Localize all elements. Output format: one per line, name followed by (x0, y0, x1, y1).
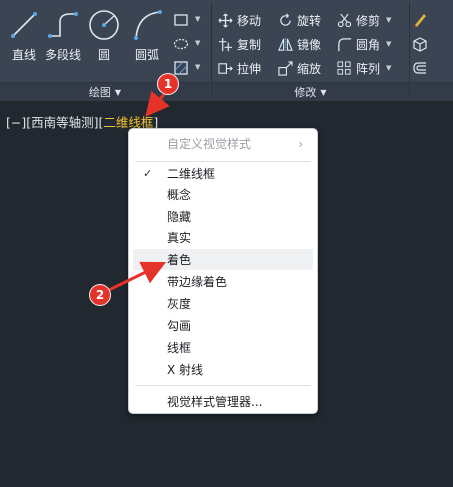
circle-tool-label: 圆 (97, 48, 110, 62)
circle-icon (89, 10, 119, 40)
copy-icon (218, 37, 233, 51)
menu-divider (135, 161, 311, 162)
menu-item-realistic[interactable]: 真实 (133, 227, 313, 248)
hatch-dropdown-icon[interactable]: ▼ (195, 63, 200, 71)
modify-panel-footer[interactable]: 修改 ▼ (212, 82, 409, 101)
menu-item-wireframe[interactable]: 线框 (133, 337, 313, 358)
visual-style-menu: 自定义视觉样式 › ✓ 二维线框 概念 隐藏 真实 着色 带边缘着色 灰度 勾画… (128, 128, 318, 414)
copy-tool[interactable]: 复制 (218, 34, 261, 54)
menu-item-label: 灰度 (167, 297, 192, 311)
menu-item-label: 勾画 (167, 319, 192, 333)
menu-item-shaded[interactable]: 着色 (133, 249, 313, 270)
offset-icon[interactable] (412, 60, 428, 76)
menu-item-label: 概念 (167, 188, 192, 202)
rotate-label: 旋转 (297, 13, 322, 28)
trim-tool[interactable]: 修剪 ▼ (337, 10, 391, 30)
modify-panel-expand-icon: ▼ (320, 87, 327, 97)
mirror-tool[interactable]: 镜像 (278, 34, 321, 54)
menu-item-label: 自定义视觉样式 (167, 137, 252, 151)
polyline-tool-label: 多段线 (44, 48, 81, 62)
menu-item-sketchy[interactable]: 勾画 (133, 315, 313, 336)
menu-item-hidden[interactable]: 隐藏 (133, 206, 313, 227)
rectangle-dropdown-icon[interactable]: ▼ (195, 15, 200, 23)
annotation-badge-2: 2 (90, 285, 110, 305)
stretch-icon (218, 62, 233, 74)
array-dropdown-icon[interactable]: ▼ (386, 64, 391, 72)
modify-panel-label: 修改 (294, 86, 317, 99)
stretch-label: 拉伸 (237, 61, 262, 76)
fillet-tool[interactable]: 圆角 ▼ (337, 34, 391, 54)
circle-tool[interactable]: 圆 (82, 8, 126, 64)
menu-item-label: X 射线 (167, 363, 204, 377)
fillet-dropdown-icon[interactable]: ▼ (386, 40, 391, 48)
erase-icon[interactable] (412, 12, 428, 28)
menu-item-visual-styles-manager[interactable]: 视觉样式管理器... (133, 391, 313, 412)
viewport-label-prefix[interactable]: [−][西南等轴测][ (6, 115, 103, 130)
menu-item-shades-of-gray[interactable]: 灰度 (133, 293, 313, 314)
menu-divider (135, 385, 311, 386)
trim-icon (337, 13, 352, 27)
menu-item-label: 二维线框 (167, 167, 216, 181)
draw-panel-footer[interactable]: 绘图 ▼ (0, 82, 210, 101)
line-tool-label: 直线 (11, 48, 36, 62)
trim-dropdown-icon[interactable]: ▼ (386, 16, 391, 24)
menu-item-label: 带边缘着色 (167, 275, 228, 289)
hatch-icon[interactable] (173, 60, 189, 76)
fillet-label: 圆角 (356, 37, 381, 52)
rotate-icon (280, 13, 291, 26)
rotate-tool[interactable]: 旋转 (278, 10, 321, 30)
scale-tool[interactable]: 缩放 (278, 58, 321, 78)
trim-label: 修剪 (356, 13, 381, 28)
polyline-tool[interactable]: 多段线 (42, 8, 84, 64)
move-tool[interactable]: 移动 (218, 10, 261, 30)
array-label: 阵列 (356, 61, 381, 76)
arc-tool-label: 圆弧 (134, 48, 159, 62)
extra-panel-footer (410, 82, 453, 101)
menu-item-label: 视觉样式管理器... (167, 395, 263, 409)
checkmark-icon: ✓ (143, 167, 153, 180)
move-icon (218, 13, 233, 27)
fillet-icon (338, 37, 352, 51)
menu-item-label: 线框 (167, 341, 192, 355)
line-icon (11, 12, 37, 38)
menu-item-2d-wireframe[interactable]: ✓ 二维线框 (133, 163, 313, 184)
explode-icon[interactable] (412, 36, 428, 52)
menu-item-custom-visual-style: 自定义视觉样式 › (133, 133, 313, 154)
arc-tool[interactable]: 圆弧 (125, 8, 169, 64)
copy-label: 复制 (237, 37, 262, 52)
menu-item-xray[interactable]: X 射线 (133, 359, 313, 380)
draw-panel-label: 绘图 (88, 86, 111, 99)
polyline-icon (48, 12, 78, 38)
menu-item-conceptual[interactable]: 概念 (133, 184, 313, 205)
ellipse-icon[interactable] (173, 36, 189, 52)
arc-icon (134, 10, 162, 40)
array-tool[interactable]: 阵列 ▼ (337, 58, 391, 78)
mirror-icon (278, 37, 293, 51)
stretch-tool[interactable]: 拉伸 (218, 58, 261, 78)
menu-item-label: 隐藏 (167, 210, 192, 224)
menu-item-shaded-with-edges[interactable]: 带边缘着色 (133, 271, 313, 292)
annotation-badge-1: 1 (158, 74, 178, 94)
ribbon: 直线 多段线 圆 圆弧 ▼ ▼ ▼ 绘图 ▼ 移动 旋转 修剪 ▼ 复制 镜像 … (0, 0, 453, 101)
menu-item-label: 着色 (167, 253, 192, 267)
scale-icon (278, 60, 293, 76)
array-icon (337, 60, 351, 75)
line-tool[interactable]: 直线 (2, 8, 46, 64)
menu-item-label: 真实 (167, 231, 192, 245)
move-label: 移动 (237, 13, 262, 28)
rectangle-icon[interactable] (173, 12, 189, 28)
ellipse-dropdown-icon[interactable]: ▼ (195, 39, 200, 47)
submenu-arrow-icon: › (298, 136, 303, 151)
scale-label: 缩放 (297, 61, 322, 76)
draw-panel-expand-icon: ▼ (114, 87, 122, 97)
mirror-label: 镜像 (297, 37, 322, 52)
